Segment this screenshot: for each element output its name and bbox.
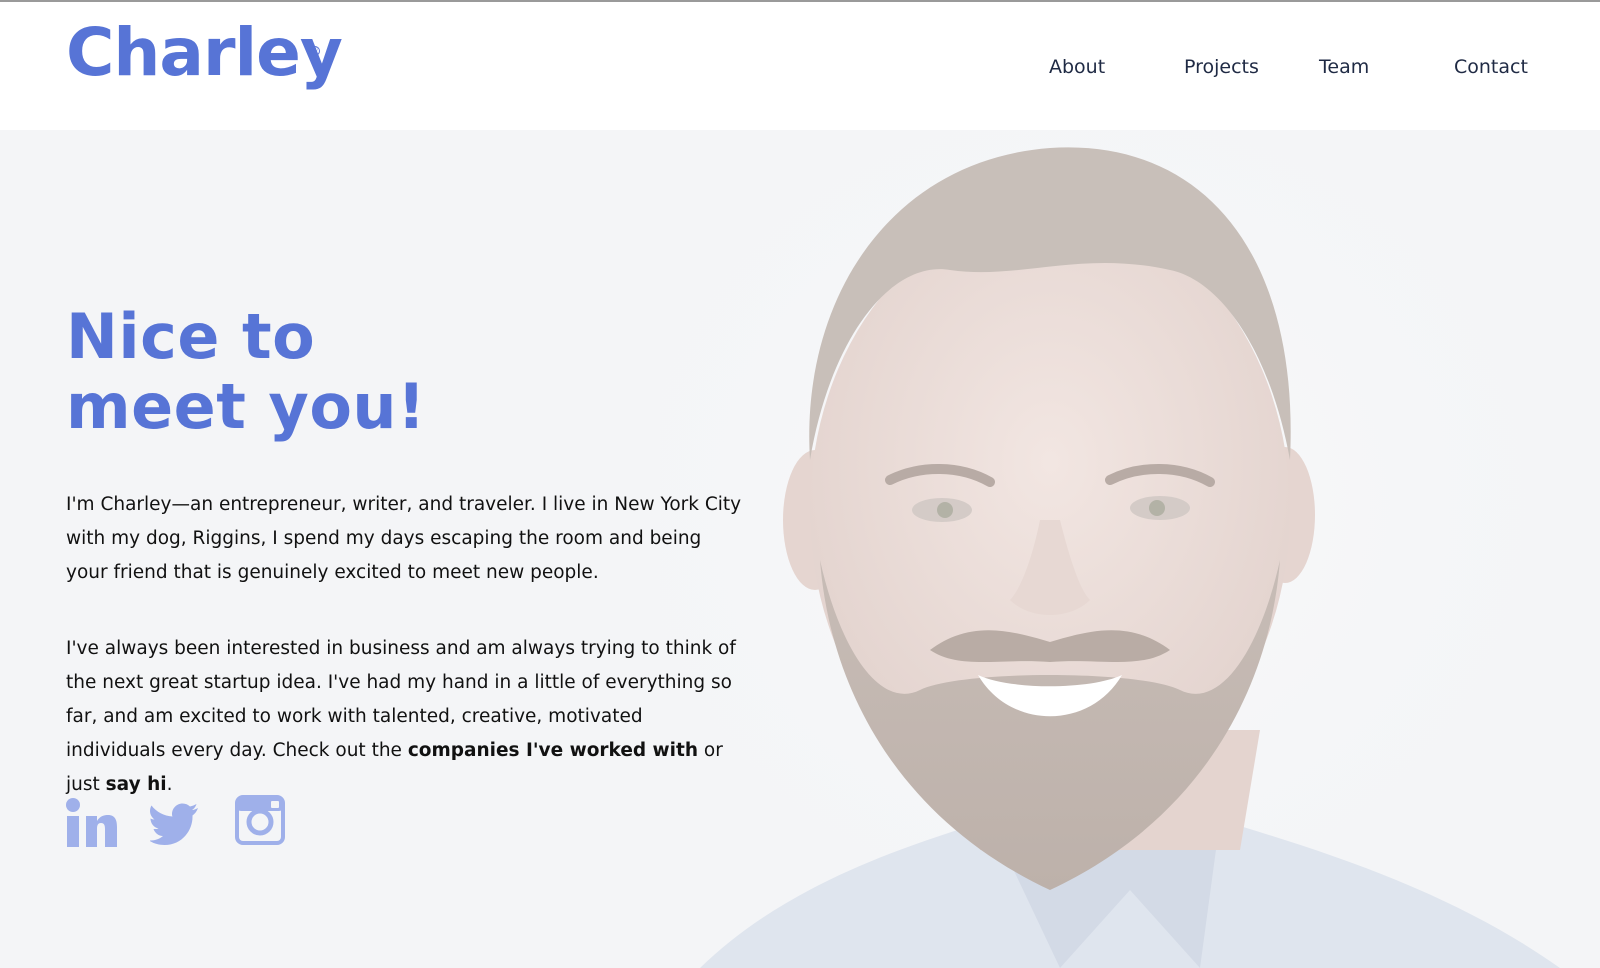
site-header: Charley ® About Projects Team Contact [0,2,1600,130]
intro-paragraph: I'm Charley—an entrepreneur, writer, and… [66,494,742,583]
nav-contact[interactable]: Contact [1454,56,1528,78]
hero-heading: Nice to meet you! [66,302,666,442]
hero-heading-line2: meet you! [66,370,426,443]
linkedin-icon[interactable] [66,798,118,852]
instagram-icon[interactable] [235,795,285,849]
bio-text-end: . [166,774,173,795]
companies-link[interactable]: companies I've worked with [408,740,698,761]
hero-heading-line1: Nice to [66,300,316,373]
bio-paragraph: I've always been interested in business … [66,632,746,802]
hero-section: Nice to meet you! I'm Charley—an entrepr… [0,130,1600,968]
twitter-icon[interactable] [149,802,200,856]
say-hi-link[interactable]: say hi [106,774,167,795]
nav-projects[interactable]: Projects [1184,56,1259,78]
nav-team[interactable]: Team [1319,56,1369,78]
site-logo[interactable]: Charley [66,20,343,86]
nav-about[interactable]: About [1049,56,1105,78]
registered-mark: ® [310,46,320,56]
portrait-photo [660,130,1600,968]
